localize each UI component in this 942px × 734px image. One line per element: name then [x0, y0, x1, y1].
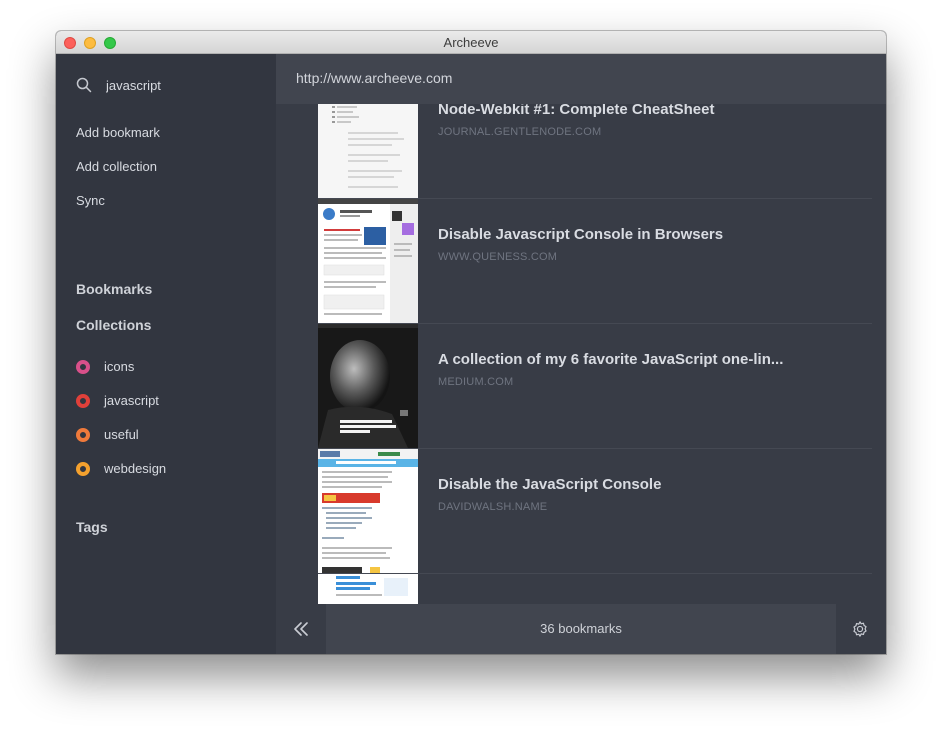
- bookmarks-nav-item[interactable]: Bookmarks: [76, 281, 152, 297]
- app-window: Archeeve Add bookmark Add collection Syn…: [56, 31, 886, 654]
- bookmark-thumbnail: [318, 199, 418, 323]
- bookmark-thumbnail: [318, 104, 418, 198]
- search-input[interactable]: [106, 74, 256, 96]
- bookmark-title: A collection of my 6 favorite JavaScript…: [438, 351, 784, 368]
- bookmark-item[interactable]: Disable the JavaScript Console DAVIDWALS…: [318, 449, 872, 574]
- bookmark-thumbnail: [318, 449, 418, 573]
- add-collection-button[interactable]: Add collection: [76, 159, 157, 174]
- search-icon: [76, 77, 92, 93]
- collection-label: useful: [104, 427, 139, 442]
- footer-bar: 36 bookmarks: [276, 604, 886, 654]
- gear-icon: [853, 621, 867, 637]
- collection-color-dot: [76, 394, 90, 408]
- title-bar: Archeeve: [56, 31, 886, 54]
- bookmark-domain: MEDIUM.COM: [438, 376, 514, 388]
- sidebar: Add bookmark Add collection Sync Bookmar…: [56, 54, 276, 654]
- bookmark-thumbnail: [318, 574, 418, 604]
- bookmark-title: Disable the JavaScript Console: [438, 476, 662, 493]
- bookmark-thumbnail: [318, 324, 418, 448]
- sync-button[interactable]: Sync: [76, 193, 105, 208]
- add-bookmark-button[interactable]: Add bookmark: [76, 125, 160, 140]
- bookmark-item[interactable]: A collection of my 6 favorite JavaScript…: [318, 324, 872, 449]
- url-bar[interactable]: http://www.archeeve.com: [276, 54, 886, 104]
- url-text: http://www.archeeve.com: [296, 70, 453, 86]
- collection-label: icons: [104, 359, 135, 374]
- collection-label: javascript: [104, 393, 159, 408]
- collection-color-dot: [76, 462, 90, 476]
- collection-color-dot: [76, 360, 90, 374]
- bookmark-title: Node-Webkit #1: Complete CheatSheet: [438, 104, 715, 118]
- bookmark-list[interactable]: Node-Webkit #1: Complete CheatSheet JOUR…: [276, 104, 886, 604]
- bookmark-domain: DAVIDWALSH.NAME: [438, 501, 548, 513]
- collection-label: webdesign: [104, 461, 167, 476]
- window-title: Archeeve: [443, 35, 499, 50]
- tags-nav-item[interactable]: Tags: [76, 519, 108, 535]
- bookmark-item[interactable]: Disable Javascript Console in Browsers W…: [318, 199, 872, 324]
- bookmark-domain: JOURNAL.GENTLENODE.COM: [438, 126, 602, 138]
- bookmark-item[interactable]: Node-Webkit #1: Complete CheatSheet JOUR…: [318, 104, 872, 199]
- bookmark-title: Disable Javascript Console in Browsers: [438, 226, 724, 243]
- settings-button[interactable]: [836, 604, 886, 654]
- collection-color-dot: [76, 428, 90, 442]
- bookmark-count: 36 bookmarks: [540, 621, 622, 636]
- bookmark-item[interactable]: [318, 574, 872, 604]
- bookmark-domain: WWW.QUENESS.COM: [438, 251, 558, 263]
- double-chevron-left-icon: [294, 622, 308, 636]
- main-panel: http://www.archeeve.com Node-Webkit #1: …: [276, 54, 886, 654]
- collections-nav-item[interactable]: Collections: [76, 317, 151, 333]
- collapse-sidebar-button[interactable]: [276, 604, 326, 654]
